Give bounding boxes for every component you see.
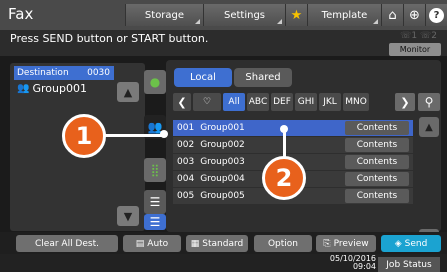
table-row[interactable]: 002 Group002 Contents	[173, 137, 413, 153]
filter-mno[interactable]: MNO	[343, 93, 369, 111]
settings-label: Settings	[223, 9, 265, 21]
chevron-up-icon: ▲	[425, 121, 433, 133]
option-button[interactable]: Option	[254, 235, 312, 252]
row-name: Group001	[200, 123, 245, 133]
home-icon: ⌂	[388, 7, 397, 23]
preview-label: Preview	[333, 238, 369, 249]
search-button[interactable]: ⚲	[418, 93, 440, 111]
help-icon: ?	[429, 7, 444, 23]
instruction-message: Press SEND button or START button.	[10, 32, 209, 45]
destination-header: Destination 0030	[14, 66, 114, 80]
send-label: Send	[404, 238, 428, 249]
destination-count: 0030	[87, 68, 110, 78]
line-status-icon: ☏1 ☏2	[400, 31, 437, 41]
list-scroll-up-button[interactable]: ▲	[419, 117, 439, 137]
next-page-button[interactable]: ❯	[395, 93, 415, 111]
chevron-up-icon: ▲	[123, 85, 133, 99]
row-number: 004	[177, 174, 195, 184]
chevron-down-icon: ▼	[123, 209, 133, 223]
language-button[interactable]: ⊕	[403, 4, 425, 26]
chevron-right-icon: ❯	[400, 95, 410, 109]
corner-arrow-icon	[373, 19, 378, 24]
row-number: 002	[177, 140, 195, 150]
settings-button[interactable]: Settings	[203, 4, 285, 26]
destination-header-label: Destination	[17, 68, 69, 78]
row-name: Group002	[200, 140, 245, 150]
clear-all-button[interactable]: Clear All Dest.	[16, 235, 118, 252]
contents-button[interactable]: Contents	[345, 189, 409, 203]
send-icon: ◈	[394, 238, 402, 249]
destination-item[interactable]: 👥 Group001	[14, 80, 114, 96]
help-button[interactable]: ?	[425, 4, 447, 26]
contents-button[interactable]: Contents	[345, 121, 409, 135]
monitor-button[interactable]: Monitor	[389, 43, 441, 56]
datetime: 05/10/2016 09:04	[314, 255, 376, 271]
row-number: 001	[177, 123, 195, 133]
template-button[interactable]: Template	[307, 4, 381, 26]
template-label: Template	[321, 9, 368, 21]
resolution-label: Auto	[147, 238, 169, 249]
list-icon: ☰	[149, 195, 161, 209]
corner-arrow-icon	[277, 19, 282, 24]
preview-icon: ⎘	[323, 238, 331, 249]
row-name: Group004	[200, 174, 245, 184]
checker-icon: ▦	[190, 238, 200, 249]
callout-1-dot	[160, 130, 168, 138]
row-number: 005	[177, 191, 195, 201]
filter-ghi[interactable]: GHI	[295, 93, 317, 111]
filter-abc[interactable]: ABC	[247, 93, 269, 111]
contents-button[interactable]: Contents	[345, 172, 409, 186]
star-icon: ★	[290, 7, 303, 23]
callout-2-dot	[280, 125, 288, 133]
callout-2: 2	[262, 156, 306, 200]
tab-shared[interactable]: Shared	[234, 68, 292, 87]
tab-list-alt[interactable]: ☰	[144, 214, 166, 230]
group-icon: 👥	[17, 82, 30, 94]
keypad-icon: ⣿	[150, 163, 160, 177]
filter-jkl[interactable]: JKL	[319, 93, 341, 111]
heart-icon: ♡	[202, 97, 212, 107]
list-icon: ☰	[149, 215, 161, 229]
table-row[interactable]: 001 Group001 Contents	[173, 120, 413, 136]
prev-page-button[interactable]: ❮	[173, 93, 191, 111]
corner-arrow-icon	[195, 19, 200, 24]
callout-1: 1	[62, 114, 106, 158]
search-icon: ⚲	[424, 95, 434, 109]
favorite-filter-button[interactable]: ♡	[193, 93, 221, 111]
dest-scroll-down-button[interactable]: ▼	[117, 206, 139, 226]
filter-def[interactable]: DEF	[271, 93, 293, 111]
document-icon: ▤	[135, 238, 145, 249]
contents-button[interactable]: Contents	[345, 155, 409, 169]
tab-person[interactable]: ●	[144, 70, 166, 94]
app-title: Fax	[8, 5, 34, 23]
preview-button[interactable]: ⎘ Preview	[316, 235, 376, 252]
filter-all[interactable]: All	[223, 93, 245, 111]
tab-list[interactable]: ☰	[144, 190, 166, 214]
favorite-star-button[interactable]: ★	[285, 4, 307, 26]
quality-button[interactable]: ▦ Standard	[186, 235, 248, 252]
quality-label: Standard	[202, 238, 244, 249]
job-status-button[interactable]: Job Status	[378, 257, 440, 272]
home-button[interactable]: ⌂	[381, 4, 403, 26]
row-name: Group003	[200, 157, 245, 167]
storage-label: Storage	[144, 9, 185, 21]
dest-scroll-up-button[interactable]: ▲	[117, 82, 139, 102]
person-icon: ●	[149, 75, 161, 89]
tab-keypad[interactable]: ⣿	[144, 158, 166, 182]
resolution-button[interactable]: ▤ Auto	[123, 235, 181, 252]
globe-icon: ⊕	[409, 7, 420, 23]
storage-button[interactable]: Storage	[125, 4, 203, 26]
contents-button[interactable]: Contents	[345, 138, 409, 152]
row-number: 003	[177, 157, 195, 167]
row-name: Group005	[200, 191, 245, 201]
time-text: 09:04	[352, 262, 376, 271]
send-button[interactable]: ◈ Send	[381, 235, 441, 252]
message-bar: Press SEND button or START button. ☏1 ☏2	[0, 30, 447, 56]
tab-local[interactable]: Local	[174, 68, 232, 87]
destination-item-label: Group001	[32, 81, 87, 95]
chevron-left-icon: ❮	[177, 95, 187, 109]
